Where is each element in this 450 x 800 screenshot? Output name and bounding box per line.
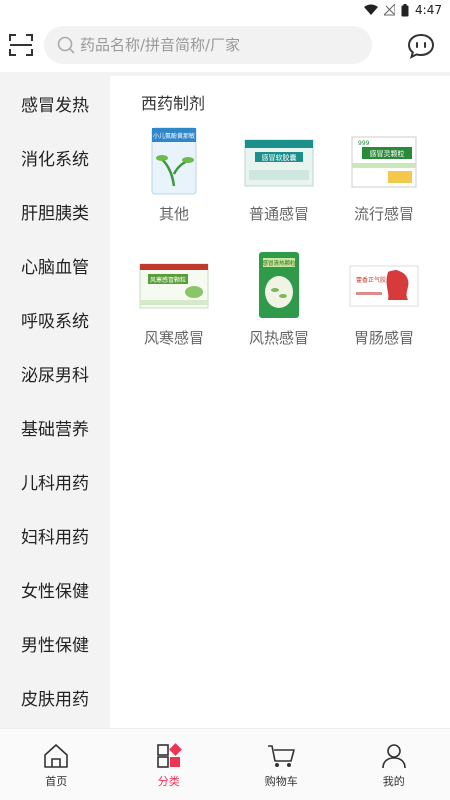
category-content: 西药制剂 小儿氨酚黄那敏 其他 感冒软胶囊 普通感冒 999 感冒灵颗粒 流行感… [110,76,450,728]
header [0,20,450,72]
sidebar-item-label: 基础营养 [21,419,89,440]
svg-text:感冒灵颗粒: 感冒灵颗粒 [370,149,405,158]
product-image: 999 感冒灵颗粒 [336,124,432,200]
tab-category[interactable]: 分类 [113,729,226,800]
product-image: 小儿氨酚黄那敏 [126,124,222,200]
sidebar-item-label: 呼吸系统 [21,311,89,332]
bottom-tab-bar: 首页 分类 购物车 我的 [0,728,450,800]
sidebar-item-nutrition[interactable]: 基础营养 [0,400,110,454]
search-icon [57,36,75,54]
svg-text:感冒软胶囊: 感冒软胶囊 [262,153,297,162]
product-image: 感冒清热颗粒 [231,248,327,324]
sidebar-item-urology[interactable]: 泌尿男科 [0,346,110,400]
product-item[interactable]: 风寒感冒颗粒 风寒感冒 [126,248,222,358]
product-name: 胃肠感冒 [353,329,414,347]
product-item[interactable]: 感冒软胶囊 普通感冒 [231,124,327,234]
sidebar-item-label: 皮肤用药 [21,689,89,710]
tab-cart[interactable]: 购物车 [225,729,338,800]
scan-icon [9,34,33,56]
sidebar-item-men-health[interactable]: 男性保健 [0,616,110,670]
cart-icon [268,745,296,767]
tab-label: 首页 [45,775,68,788]
product-item[interactable]: 999 感冒灵颗粒 流行感冒 [336,124,432,234]
sidebar-item-label: 女性保健 [21,581,89,602]
sidebar-item-cardio[interactable]: 心脑血管 [0,238,110,292]
home-icon [44,744,69,768]
product-name: 风寒感冒 [143,329,204,347]
tab-label: 我的 [382,775,405,788]
sidebar-item-digestive[interactable]: 消化系统 [0,130,110,184]
tab-label: 购物车 [264,775,298,788]
sidebar-item-cold-fever[interactable]: 感冒发热 [0,76,110,130]
profile-icon [381,744,406,769]
sidebar-item-liver[interactable]: 肝胆胰类 [0,184,110,238]
scan-button[interactable] [6,30,36,60]
sidebar-item-label: 肝胆胰类 [21,203,89,224]
sidebar-item-label: 感冒发热 [21,95,89,116]
sidebar-item-label: 心脑血管 [21,257,89,278]
svg-text:感冒清热颗粒: 感冒清热颗粒 [262,259,296,267]
product-item[interactable]: 小儿氨酚黄那敏 其他 [126,124,222,234]
status-time: 4:47 [415,3,442,17]
product-name: 风热感冒 [248,329,309,347]
svg-text:风寒感冒颗粒: 风寒感冒颗粒 [150,276,186,284]
tab-label: 分类 [157,775,180,788]
product-image: 风寒感冒颗粒 [126,248,222,324]
sidebar-item-respiratory[interactable]: 呼吸系统 [0,292,110,346]
product-item[interactable]: 藿香正气胶囊 胃肠感冒 [336,248,432,358]
product-name: 普通感冒 [248,205,309,223]
sidebar-item-label: 泌尿男科 [21,365,89,386]
product-item[interactable]: 感冒清热颗粒 风热感冒 [231,248,327,358]
product-name: 其他 [158,205,189,223]
search-bar[interactable] [44,26,372,64]
battery-icon [401,3,409,16]
sidebar-item-label: 男性保健 [21,635,89,656]
no-signal-icon [384,4,396,16]
product-name: 流行感冒 [353,205,414,223]
category-sidebar: 感冒发热 消化系统 肝胆胰类 心脑血管 呼吸系统 泌尿男科 基础营养 儿科用药 … [0,76,110,728]
sidebar-item-pediatric[interactable]: 儿科用药 [0,454,110,508]
message-button[interactable] [406,31,436,61]
sidebar-item-label: 妇科用药 [21,527,89,548]
tab-home[interactable]: 首页 [0,729,113,800]
sidebar-item-women-health[interactable]: 女性保健 [0,562,110,616]
category-icon [156,743,182,768]
chat-bubble-icon [407,33,435,59]
svg-text:小儿氨酚黄那敏: 小儿氨酚黄那敏 [153,132,195,140]
wifi-icon [364,4,379,15]
sidebar-item-skin[interactable]: 皮肤用药 [0,670,110,724]
sidebar-item-label: 消化系统 [21,149,89,170]
status-icons: 4:47 [364,2,442,18]
product-image: 藿香正气胶囊 [336,248,432,324]
sidebar-item-label: 儿科用药 [21,473,89,494]
section-title: 西药制剂 [141,94,206,113]
svg-text:999: 999 [358,140,370,147]
tab-profile[interactable]: 我的 [338,729,450,800]
status-bar: 4:47 [0,0,450,20]
product-image: 感冒软胶囊 [231,124,327,200]
search-input[interactable] [80,36,360,54]
svg-text:藿香正气胶囊: 藿香正气胶囊 [356,276,392,284]
sidebar-item-gynecology[interactable]: 妇科用药 [0,508,110,562]
